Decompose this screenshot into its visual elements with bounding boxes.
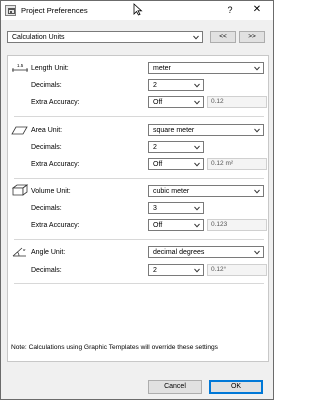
length-preview: 0.12 [207,96,267,108]
length-decimals-dropdown[interactable]: 2 [148,79,204,91]
area-extra-accuracy-label: Extra Accuracy: [31,161,80,168]
angle-decimals-label: Decimals: [31,267,62,274]
length-decimals-value: 2 [153,81,157,89]
chevron-down-icon [254,189,260,194]
previous-button[interactable]: << [210,31,236,43]
area-unit-value: square meter [153,126,195,134]
help-button[interactable]: ? [223,3,237,17]
divider [14,283,264,284]
chevron-down-icon [194,162,200,167]
category-value: Calculation Units [12,33,65,41]
divider [14,116,264,117]
area-decimals-value: 2 [153,143,157,151]
volume-preview: 0.123 [207,219,267,231]
chevron-down-icon [254,250,260,255]
angle-decimals-dropdown[interactable]: 2 [148,264,204,276]
divider [14,178,264,179]
angle-preview: 0.12° [207,264,267,276]
project-preferences-dialog: Project Preferences ? ✕ Calculation Unit… [0,0,274,400]
chevron-down-icon [194,100,200,105]
volume-extra-accuracy-dropdown[interactable]: Off [148,219,204,231]
chevron-down-icon [194,206,200,211]
window-title: Project Preferences [21,6,88,15]
ok-button[interactable]: OK [209,380,263,394]
length-unit-label: Length Unit: [31,65,69,72]
length-extra-accuracy-dropdown[interactable]: Off [148,96,204,108]
cancel-button[interactable]: Cancel [148,380,202,394]
angle-unit-dropdown[interactable]: decimal degrees [148,246,264,258]
area-decimals-dropdown[interactable]: 2 [148,141,204,153]
chevron-down-icon [193,35,199,40]
angle-unit-label: Angle Unit: [31,249,66,256]
category-dropdown[interactable]: Calculation Units [7,31,203,43]
chevron-down-icon [194,223,200,228]
area-extra-accuracy-dropdown[interactable]: Off [148,158,204,170]
volume-extra-accuracy-value: Off [153,221,163,229]
volume-decimals-dropdown[interactable]: 3 [148,202,204,214]
volume-unit-dropdown[interactable]: cubic meter [148,185,264,197]
area-unit-label: Area Unit: [31,127,63,134]
length-extra-accuracy-value: Off [153,98,163,106]
units-panel: 1.5 Length Unit: meter Decimals: 2 Extra… [7,55,269,362]
area-decimals-label: Decimals: [31,144,62,151]
chevron-down-icon [194,83,200,88]
svg-text:α: α [23,247,26,252]
volume-unit-value: cubic meter [153,187,190,195]
mouse-cursor-icon [133,3,143,16]
templates-note: Note: Calculations using Graphic Templat… [11,344,218,351]
angle-decimals-value: 2 [153,266,157,274]
length-extra-accuracy-label: Extra Accuracy: [31,99,80,106]
chevron-down-icon [254,128,260,133]
chevron-down-icon [194,268,200,273]
chevron-down-icon [254,66,260,71]
next-button[interactable]: >> [239,31,265,43]
volume-decimals-value: 3 [153,204,157,212]
length-unit-icon: 1.5 [12,63,28,72]
area-unit-dropdown[interactable]: square meter [148,124,264,136]
area-preview: 0.12 m² [207,158,267,170]
length-decimals-label: Decimals: [31,82,62,89]
angle-unit-icon: α [12,247,26,257]
volume-unit-icon [11,184,29,196]
angle-unit-value: decimal degrees [153,248,205,256]
svg-text:1.5: 1.5 [17,63,24,68]
volume-extra-accuracy-label: Extra Accuracy: [31,222,80,229]
volume-unit-label: Volume Unit: [31,188,71,195]
volume-decimals-label: Decimals: [31,205,62,212]
close-button[interactable]: ✕ [249,3,265,17]
area-extra-accuracy-value: Off [153,160,163,168]
area-unit-icon [11,126,28,135]
divider [14,239,264,240]
chevron-down-icon [194,145,200,150]
app-icon [5,5,16,16]
length-unit-value: meter [153,64,171,72]
length-unit-dropdown[interactable]: meter [148,62,264,74]
